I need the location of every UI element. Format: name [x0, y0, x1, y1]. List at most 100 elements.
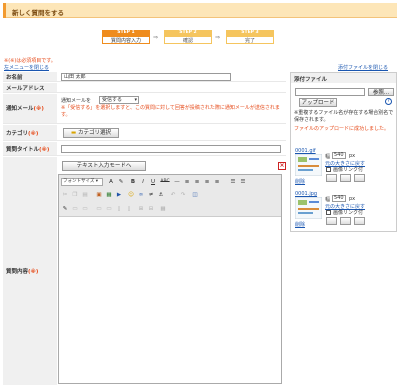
file-1-insert-right-button[interactable] — [354, 174, 365, 182]
name-label: お名前 — [3, 72, 57, 81]
cut-icon[interactable]: ✂ — [61, 191, 69, 199]
align-right-icon[interactable]: ≡ — [203, 178, 211, 186]
copy-icon[interactable]: ❐ — [71, 191, 79, 199]
text-mode-button[interactable]: テキスト入力モードへ — [62, 161, 146, 171]
editor-content-area[interactable] — [59, 218, 281, 383]
table-icon[interactable]: ▦ — [105, 191, 113, 199]
file-2-width-input[interactable]: 540 — [332, 195, 346, 202]
ordered-list-icon[interactable]: ☰ — [229, 178, 237, 186]
file-2-insert-right-button[interactable] — [354, 217, 365, 225]
anchor-icon[interactable]: ⚓ — [157, 191, 165, 199]
delete-col-icon[interactable]: ▯ — [125, 205, 133, 213]
merge-cells-icon[interactable]: ⊞ — [137, 205, 145, 213]
file-2-insert-center-button[interactable] — [340, 217, 351, 225]
duplicate-note: ※重複するファイル名が存在する場合別名で保存されます。 — [294, 110, 394, 123]
file-2-link-label: 画像リンク付 — [333, 210, 364, 216]
file-2-link-checkbox[interactable] — [326, 210, 331, 215]
step-2: STEP 2 確認 — [164, 30, 212, 44]
attachment-panel-title: 添付ファイル — [291, 73, 396, 83]
file-1-insert-left-button[interactable] — [326, 174, 337, 182]
title-field[interactable] — [61, 145, 281, 153]
emoji-icon[interactable]: ☺ — [127, 191, 135, 199]
folder-icon: ▬ — [71, 130, 77, 136]
page-header: 新しく質問をする — [3, 3, 397, 18]
undo-icon[interactable]: ↶ — [169, 191, 177, 199]
link-icon[interactable]: ∞ — [137, 191, 145, 199]
page-title: 新しく質問をする — [12, 9, 64, 17]
split-cells-icon[interactable]: ⊟ — [147, 205, 155, 213]
close-attach-link[interactable]: 添付ファイルを閉じる — [338, 64, 388, 71]
font-size-select[interactable]: フォントサイズ ▾ — [61, 178, 103, 186]
notify-label: 通知メール(※) — [3, 94, 57, 123]
file-1-delete-link[interactable]: 削除 — [295, 178, 305, 185]
row-category: カテゴリ(※) ▬ カテゴリ選択 — [3, 125, 286, 141]
underline-icon[interactable]: U — [149, 178, 157, 186]
category-label: カテゴリ(※) — [3, 125, 57, 140]
horizontal-rule-icon[interactable]: — — [173, 178, 181, 186]
step-3-name: 完了 — [226, 36, 274, 44]
edit-html-icon[interactable]: ✎ — [61, 205, 69, 213]
file-path-input[interactable] — [295, 88, 365, 96]
help-icon[interactable]: ? — [385, 98, 392, 105]
required-note: ※(※)は必須項目です。 — [4, 58, 56, 64]
row-notify: 通知メール(※) 通知メールを 受信する ▾ ※「受信する」を選択しますと、この質… — [3, 94, 286, 124]
align-justify-icon[interactable]: ≡ — [213, 178, 221, 186]
upload-button[interactable]: アップロード — [299, 98, 337, 107]
file-1-link-checkbox[interactable] — [326, 167, 331, 172]
paste-icon[interactable]: ▤ — [81, 191, 89, 199]
italic-icon[interactable]: I — [139, 178, 147, 186]
strike-icon[interactable]: ABC — [159, 178, 171, 186]
cell-props-icon[interactable]: ▦ — [159, 205, 167, 213]
redo-icon[interactable]: ↷ — [179, 191, 187, 199]
step-2-name: 確認 — [164, 36, 212, 44]
file-2-width-label: 幅 — [325, 197, 331, 203]
editor-toolbar: フォントサイズ ▾ A ✎ B I U ABC — ≡ ≡ ≡ ≡ ☰ ☰ ✂ … — [59, 175, 281, 217]
category-select-button[interactable]: ▬ カテゴリ選択 — [63, 128, 119, 138]
file-1-unit: px — [349, 153, 356, 159]
attached-file-1: 0001.gif 削除 幅 540 px 元の大きさに戻す 画像リンク付 — [294, 148, 393, 185]
name-field[interactable]: 山田 太郎 — [61, 73, 231, 81]
font-color-icon[interactable]: A — [107, 178, 115, 186]
browse-button[interactable]: 参照... — [368, 88, 394, 96]
file-2-insert-left-button[interactable] — [326, 217, 337, 225]
step-1-name: 質問内容入力 — [102, 36, 150, 44]
row-props-icon[interactable]: ▭ — [81, 205, 89, 213]
notify-notice: ※「受信する」を選択しますと、この質問に対して回答が投稿された際に通知メールが送… — [61, 105, 280, 118]
upload-success-message: ファイルのアップロードに成功しました。 — [294, 126, 390, 132]
close-menu-link[interactable]: 左メニューを閉じる — [4, 64, 49, 71]
notify-select[interactable]: 受信する ▾ — [99, 96, 139, 104]
unordered-list-icon[interactable]: ☰ — [239, 178, 247, 186]
highlight-icon[interactable]: ✎ — [117, 178, 125, 186]
file-1-link-label: 画像リンク付 — [333, 167, 364, 173]
bold-icon[interactable]: B — [129, 178, 137, 186]
table-props-icon[interactable]: ▭ — [71, 205, 79, 213]
row-email: メールアドレス — [3, 83, 286, 93]
chevron-down-icon: ▾ — [134, 97, 137, 103]
unlink-icon[interactable]: ≠ — [147, 191, 155, 199]
step-arrow-icon: ⇒ — [153, 34, 159, 41]
align-center-icon[interactable]: ≡ — [193, 178, 201, 186]
image-icon[interactable]: ▣ — [95, 191, 103, 199]
notify-prefix: 通知メールを — [61, 98, 92, 104]
row-name: お名前 山田 太郎 — [3, 72, 286, 82]
media-icon[interactable]: ▶ — [115, 191, 123, 199]
close-icon[interactable]: × — [278, 162, 286, 170]
title-label: 質問タイトル(※) — [3, 142, 57, 155]
file-2-unit: px — [349, 196, 356, 202]
file-1-width-label: 幅 — [325, 154, 331, 160]
attached-file-2: 0001.jpg 削除 幅 540 px 元の大きさに戻す 画像リンク付 — [294, 191, 393, 228]
file-1-width-input[interactable]: 540 — [332, 152, 346, 159]
insert-col-icon[interactable]: ▯ — [115, 205, 123, 213]
file-2-delete-link[interactable]: 削除 — [295, 221, 305, 228]
file-1-insert-center-button[interactable] — [340, 174, 351, 182]
row-title: 質問タイトル(※) — [3, 142, 286, 156]
delete-row-icon[interactable]: ▭ — [105, 205, 113, 213]
rich-text-editor: フォントサイズ ▾ A ✎ B I U ABC — ≡ ≡ ≡ ≡ ☰ ☰ ✂ … — [58, 174, 282, 384]
preview-icon[interactable]: ◫ — [191, 191, 199, 199]
align-left-icon[interactable]: ≡ — [183, 178, 191, 186]
header-accent-bar — [3, 3, 6, 18]
insert-row-icon[interactable]: ▭ — [95, 205, 103, 213]
step-3: STEP 3 完了 — [226, 30, 274, 44]
step-1: STEP 1 質問内容入力 — [102, 30, 150, 44]
email-label: メールアドレス — [3, 83, 57, 92]
